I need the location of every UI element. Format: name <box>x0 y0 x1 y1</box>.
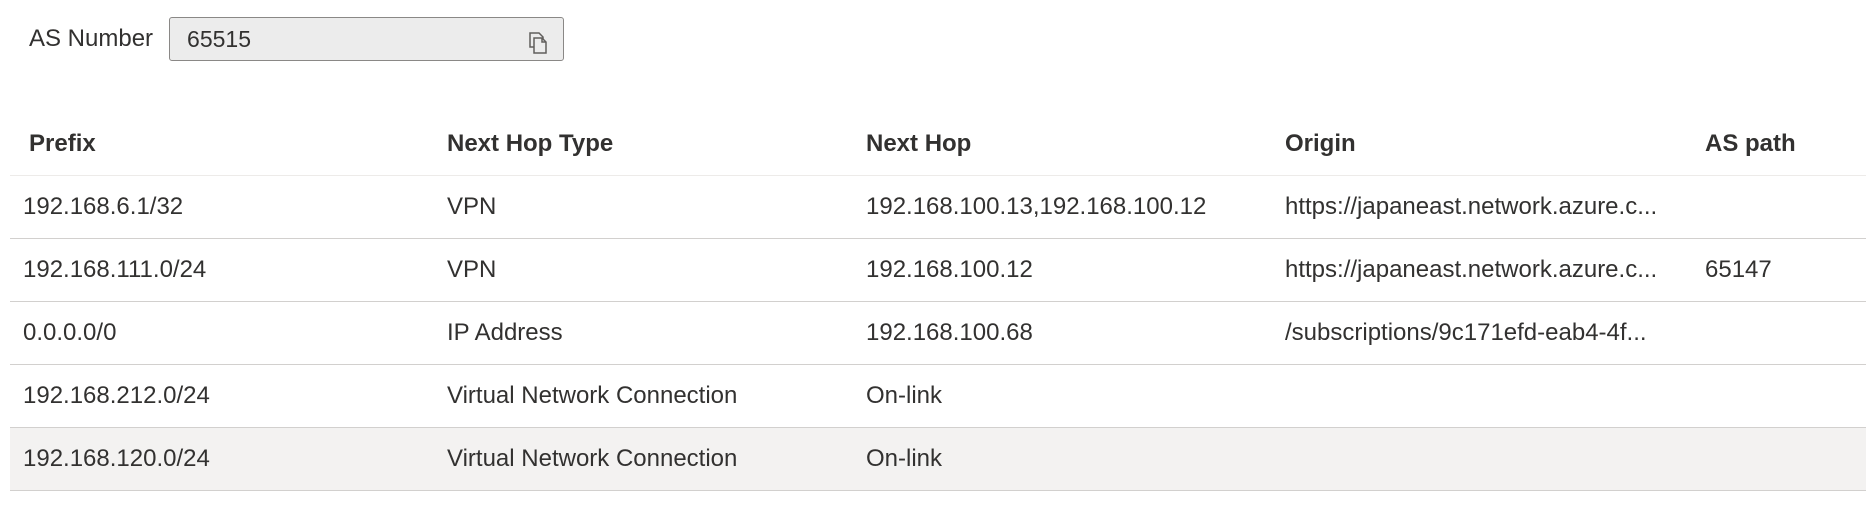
cell-origin: https://japaneast.network.azure.c... <box>1285 256 1658 283</box>
cell-prefix: 192.168.212.0/24 <box>23 382 210 409</box>
cell-next-hop-type: Virtual Network Connection <box>447 382 738 409</box>
cell-next-hop-type: VPN <box>447 193 497 220</box>
cell-origin: /subscriptions/9c171efd-eab4-4f... <box>1285 319 1647 346</box>
as-number-field <box>169 17 565 61</box>
cell-next-hop: 192.168.100.13,192.168.100.12 <box>866 193 1207 220</box>
cell-prefix: 192.168.6.1/32 <box>23 193 184 220</box>
cell-origin <box>1285 365 1682 428</box>
table-row[interactable]: 0.0.0.0/0 IP Address 192.168.100.68 /sub… <box>10 302 1866 365</box>
column-header-origin[interactable]: Origin <box>1285 112 1682 175</box>
cell-as-path <box>1705 176 1865 239</box>
cell-next-hop: 192.168.100.12 <box>866 256 1033 283</box>
copy-icon[interactable] <box>525 29 551 55</box>
column-header-prefix[interactable]: Prefix <box>29 112 429 175</box>
cell-as-path <box>1705 365 1865 428</box>
cell-origin: https://japaneast.network.azure.c... <box>1285 193 1658 220</box>
cell-as-path: 65147 <box>1705 256 1772 283</box>
table-header: Prefix Next Hop Type Next Hop Origin AS … <box>10 112 1866 176</box>
cell-as-path <box>1705 302 1865 365</box>
cell-next-hop: On-link <box>866 382 943 409</box>
as-number-input[interactable] <box>187 18 488 60</box>
table-row-selected[interactable]: 192.168.120.0/24 Virtual Network Connect… <box>10 428 1866 491</box>
cell-origin <box>1285 428 1682 491</box>
table-row[interactable]: 192.168.212.0/24 Virtual Network Connect… <box>10 365 1866 428</box>
column-header-as-path[interactable]: AS path <box>1705 112 1865 175</box>
cell-prefix: 192.168.120.0/24 <box>23 445 210 472</box>
cell-next-hop-type: VPN <box>447 256 497 283</box>
effective-routes-table: Prefix Next Hop Type Next Hop Origin AS … <box>10 112 1866 491</box>
cell-next-hop: 192.168.100.68 <box>866 319 1033 346</box>
cell-next-hop: On-link <box>866 445 943 472</box>
as-number-label: AS Number <box>29 25 154 52</box>
cell-prefix: 192.168.111.0/24 <box>23 256 207 283</box>
column-header-next-hop[interactable]: Next Hop <box>866 112 1266 175</box>
cell-as-path <box>1705 428 1865 491</box>
column-header-next-hop-type[interactable]: Next Hop Type <box>447 112 847 175</box>
cell-next-hop-type: Virtual Network Connection <box>447 445 738 472</box>
as-number-row: AS Number <box>29 16 565 62</box>
table-row[interactable]: 192.168.111.0/24 VPN 192.168.100.12 http… <box>10 239 1866 302</box>
cell-next-hop-type: IP Address <box>447 319 563 346</box>
cell-prefix: 0.0.0.0/0 <box>23 319 117 346</box>
table-row[interactable]: 192.168.6.1/32 VPN 192.168.100.13,192.16… <box>10 176 1866 239</box>
